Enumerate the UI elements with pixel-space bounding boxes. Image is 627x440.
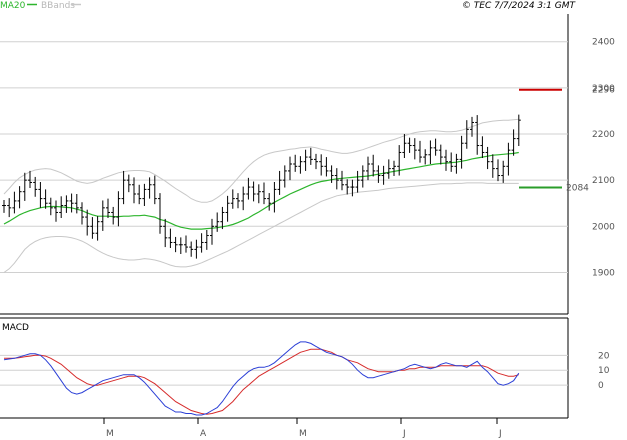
price-tick-label: 2200 bbox=[592, 130, 615, 140]
macd-panel: 20 10 0 MACD bbox=[0, 317, 610, 419]
month-label: M bbox=[299, 429, 307, 439]
macd-tick-label: 10 bbox=[598, 366, 610, 376]
macd-signal-line bbox=[4, 348, 519, 415]
level-label-2084: 2084 bbox=[566, 184, 589, 194]
x-axis: MAMJJ bbox=[103, 418, 502, 439]
price-tick-label: 1900 bbox=[592, 268, 615, 278]
ma20-line bbox=[3, 151, 519, 230]
bband-upper-line bbox=[3, 118, 519, 203]
month-label: A bbox=[200, 429, 207, 439]
price-tick-label: 2100 bbox=[592, 176, 615, 186]
month-label: J bbox=[498, 429, 502, 439]
macd-tick-label: 0 bbox=[598, 381, 604, 391]
price-tick-label: 2000 bbox=[592, 222, 615, 232]
level-label-2296: 2296 bbox=[592, 86, 615, 96]
macd-title: MACD bbox=[2, 323, 29, 333]
legend-bbands: BBands bbox=[41, 1, 75, 11]
bband-lower-line bbox=[3, 182, 519, 273]
price-panel: 24002300220021002000190022962084 bbox=[0, 14, 615, 315]
price-tick-label: 2400 bbox=[592, 38, 615, 48]
month-label: J bbox=[402, 429, 406, 439]
legend: MA20 BBands bbox=[0, 1, 81, 11]
macd-tick-label: 20 bbox=[598, 351, 610, 361]
macd-line bbox=[3, 341, 520, 416]
stock-chart: MA20 BBands © TEC 7/7/2024 3:1 GMT 24002… bbox=[0, 1, 615, 439]
month-label: M bbox=[106, 429, 114, 439]
copyright-text: © TEC 7/7/2024 3:1 GMT bbox=[462, 1, 577, 11]
legend-ma20: MA20 bbox=[0, 1, 26, 11]
